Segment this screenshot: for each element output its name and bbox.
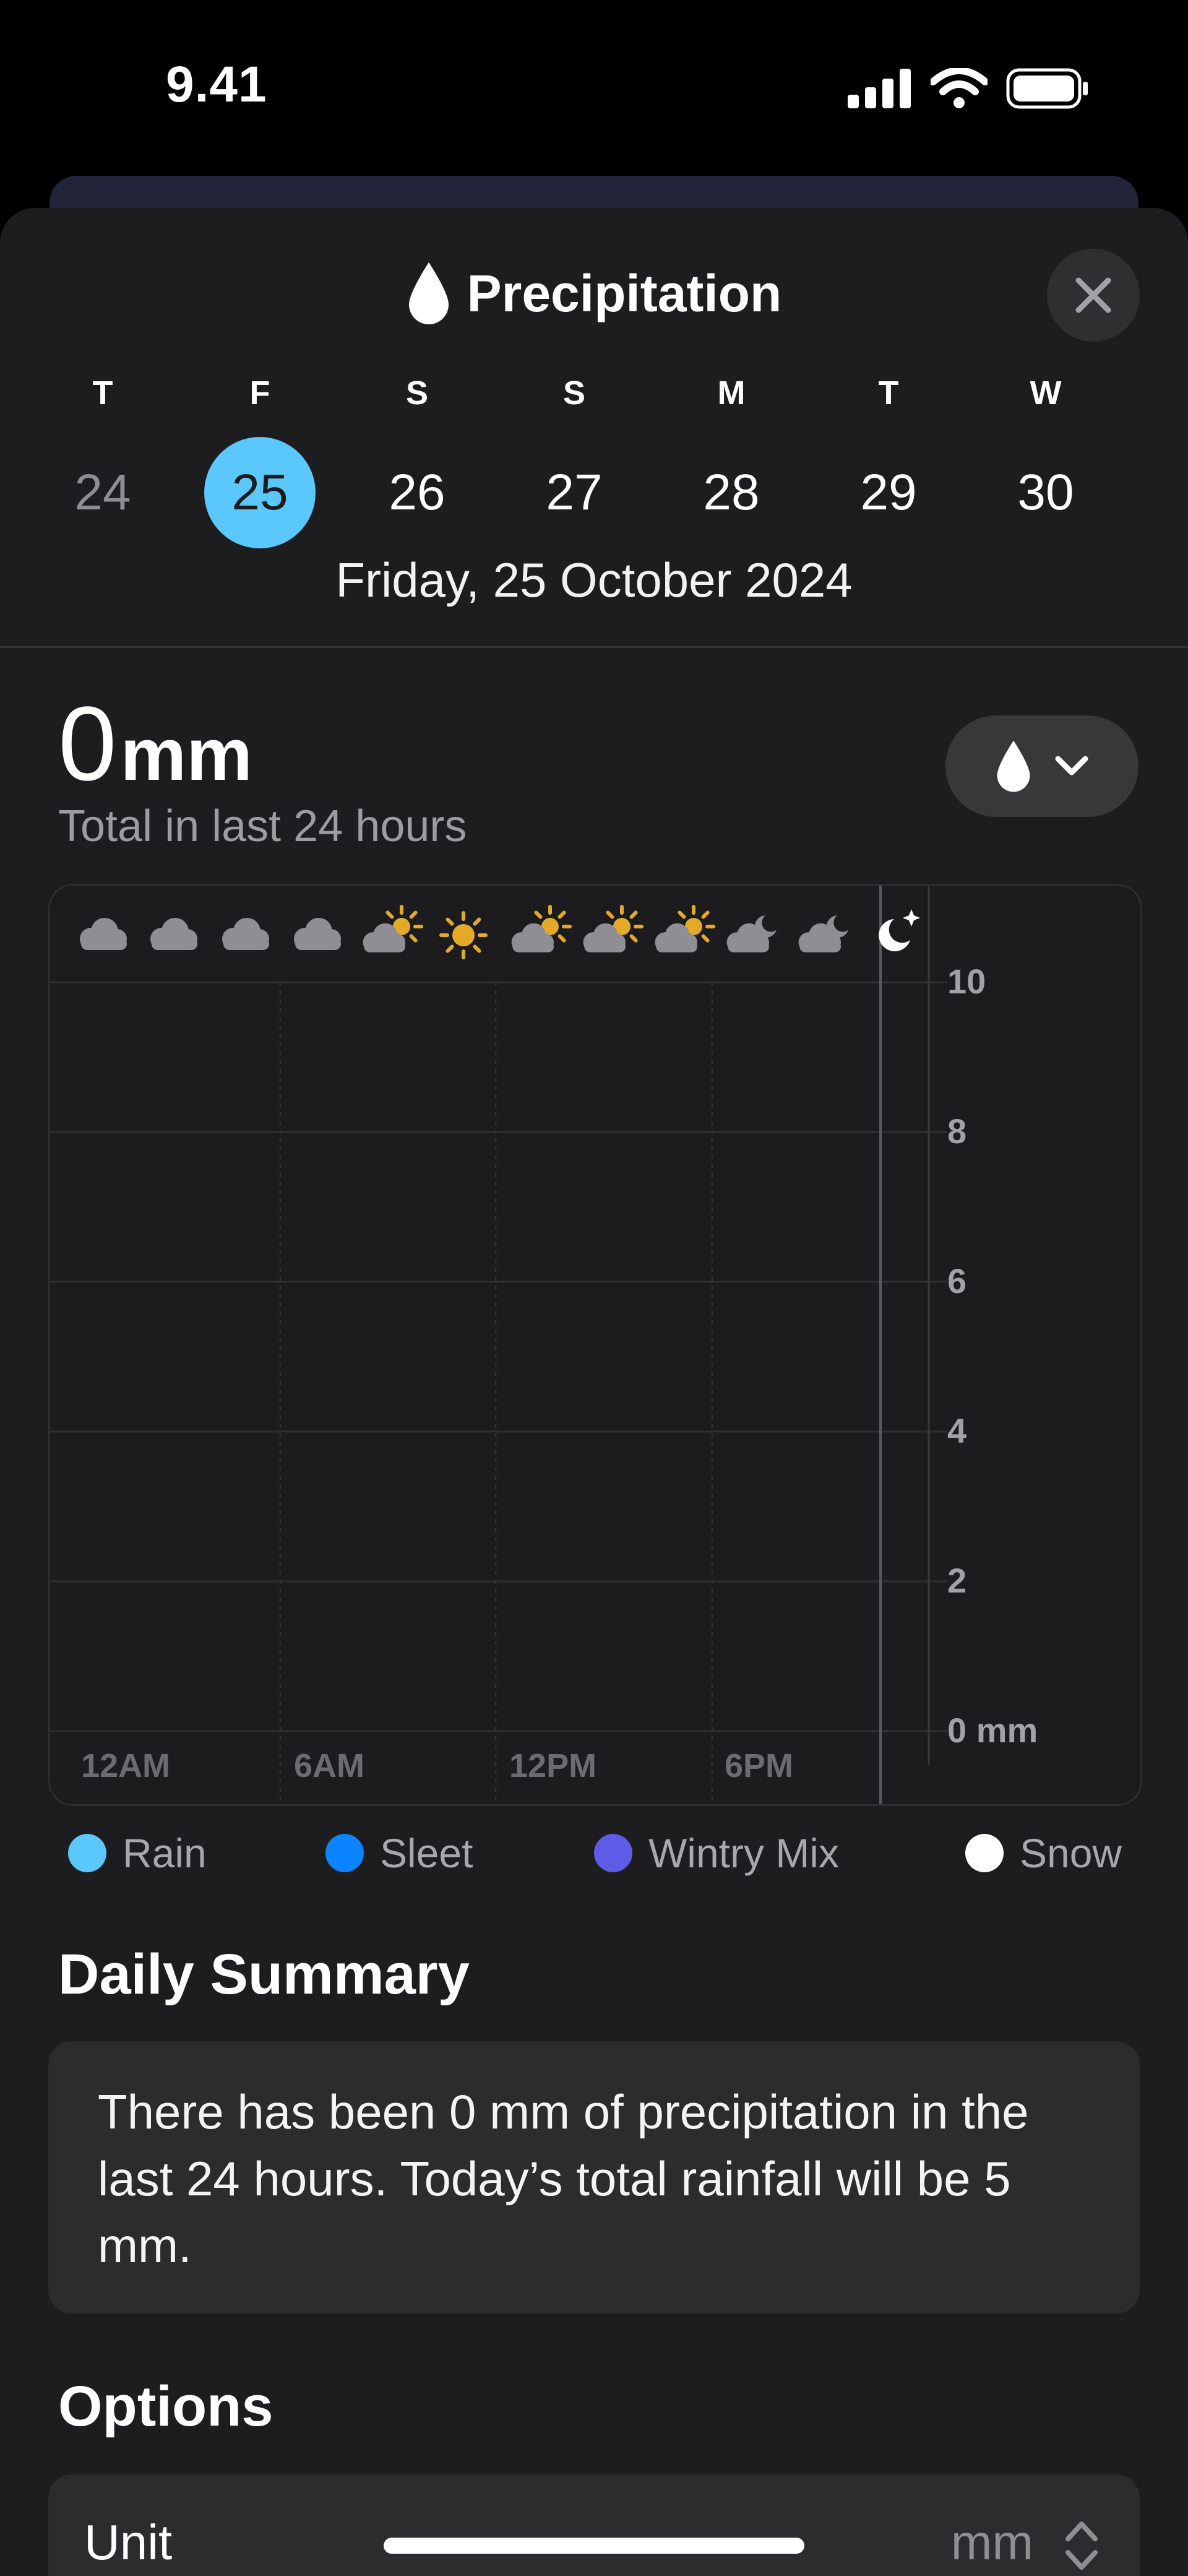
y-tick-label: 4 — [947, 1411, 966, 1450]
x-tick-label: 12PM — [509, 1747, 596, 1784]
chevron-up-down-icon[interactable] — [1063, 2518, 1100, 2574]
unit-value[interactable]: mm — [951, 2514, 1033, 2571]
chevron-down-icon — [1055, 756, 1088, 776]
cloud-icon — [150, 918, 197, 950]
legend-swatch — [325, 1834, 364, 1872]
drop-icon — [997, 740, 1030, 792]
weekday-letter: T — [92, 374, 113, 412]
date-28[interactable]: 28 — [676, 437, 787, 548]
date-26[interactable]: 26 — [361, 437, 473, 548]
legend-swatch — [68, 1834, 106, 1872]
cloud-icon — [80, 918, 127, 950]
total-unit: mm — [120, 713, 252, 796]
metric-selector-button[interactable] — [945, 715, 1138, 817]
legend-swatch — [594, 1834, 632, 1872]
legend-rain: Rain — [68, 1830, 207, 1877]
date-27[interactable]: 27 — [519, 437, 630, 548]
legend-label: Sleet — [380, 1830, 473, 1876]
divider — [0, 646, 1188, 648]
status-time: 9.41 — [166, 56, 267, 113]
weekday-letter: S — [562, 374, 586, 412]
x-tick-label: 6AM — [294, 1747, 364, 1784]
cellular-signal-icon — [848, 69, 911, 108]
weekday-letter: W — [1030, 374, 1062, 412]
selected-date: Friday, 25 October 2024 — [335, 553, 853, 607]
close-icon — [1075, 277, 1111, 313]
page-title: Precipitation — [467, 264, 782, 322]
sheet-header: Precipitation — [0, 208, 1188, 381]
legend-swatch — [965, 1834, 1004, 1872]
unit-option-row[interactable]: Unit mm — [48, 2474, 1140, 2576]
total-caption: Total in last 24 hours — [58, 802, 467, 851]
legend-snow: Snow — [965, 1830, 1122, 1877]
date-25-selected[interactable]: 25 — [204, 437, 316, 548]
weekday-letter: T — [878, 374, 899, 412]
cloud-icon — [294, 918, 341, 950]
battery-icon — [1006, 68, 1088, 109]
date-31-partial[interactable]: 3 — [1147, 437, 1188, 548]
weekday-labels: T F S S M T W — [0, 374, 1188, 412]
date-24[interactable]: 24 — [47, 437, 158, 548]
y-tick-label: 6 — [947, 1261, 966, 1300]
cloud-icon — [222, 918, 269, 950]
total-value: 0 — [58, 685, 117, 803]
daily-summary-heading: Daily Summary — [58, 1943, 470, 2006]
daily-summary-card: There has been 0 mm of precipitation in … — [48, 2041, 1140, 2314]
chart-legend: Rain Sleet Wintry Mix Snow — [0, 1830, 1188, 1891]
legend-sleet: Sleet — [325, 1830, 473, 1877]
y-tick-label: 0 mm — [947, 1711, 1038, 1750]
legend-label: Snow — [1020, 1830, 1122, 1876]
y-tick-label: 8 — [947, 1112, 966, 1151]
precipitation-sheet: Precipitation T F S S M T W 24 25 26 27 … — [0, 208, 1188, 2576]
y-tick-label: 10 — [947, 962, 986, 1001]
y-tick-label: 2 — [947, 1561, 966, 1600]
legend-label: Rain — [123, 1830, 207, 1876]
x-tick-label: 12AM — [81, 1747, 170, 1784]
weekday-letter: F — [249, 374, 270, 412]
legend-label: Wintry Mix — [648, 1830, 839, 1876]
x-tick-label: 6PM — [725, 1747, 793, 1784]
legend-wintry-mix: Wintry Mix — [594, 1830, 839, 1877]
wifi-icon — [931, 68, 988, 108]
close-button[interactable] — [1047, 249, 1140, 342]
date-strip: 24 25 26 27 28 29 30 3 — [0, 437, 1188, 548]
moon-icon — [879, 919, 910, 951]
precipitation-chart: 0 mm 2 4 6 8 10 12AM 6AM 12PM 6PM — [48, 884, 1142, 1806]
star-icon — [903, 909, 920, 927]
chart-canvas: 0 mm 2 4 6 8 10 12AM 6AM 12PM 6PM — [50, 886, 1038, 1804]
weekday-letter: S — [405, 374, 429, 412]
home-indicator[interactable] — [384, 2538, 804, 2554]
status-bar: 9.41 — [0, 0, 1188, 179]
unit-label: Unit — [84, 2515, 173, 2570]
date-29[interactable]: 29 — [833, 437, 944, 548]
weekday-letter: M — [717, 374, 746, 412]
sun-icon — [439, 911, 488, 959]
daily-summary-text: There has been 0 mm of precipitation in … — [98, 2085, 1029, 2273]
drop-icon — [408, 262, 449, 324]
date-30[interactable]: 30 — [990, 437, 1101, 548]
status-icons — [848, 68, 1089, 109]
total-amount: 0 mm — [58, 683, 252, 805]
title-group: Precipitation — [0, 261, 1188, 326]
options-heading: Options — [58, 2375, 273, 2438]
